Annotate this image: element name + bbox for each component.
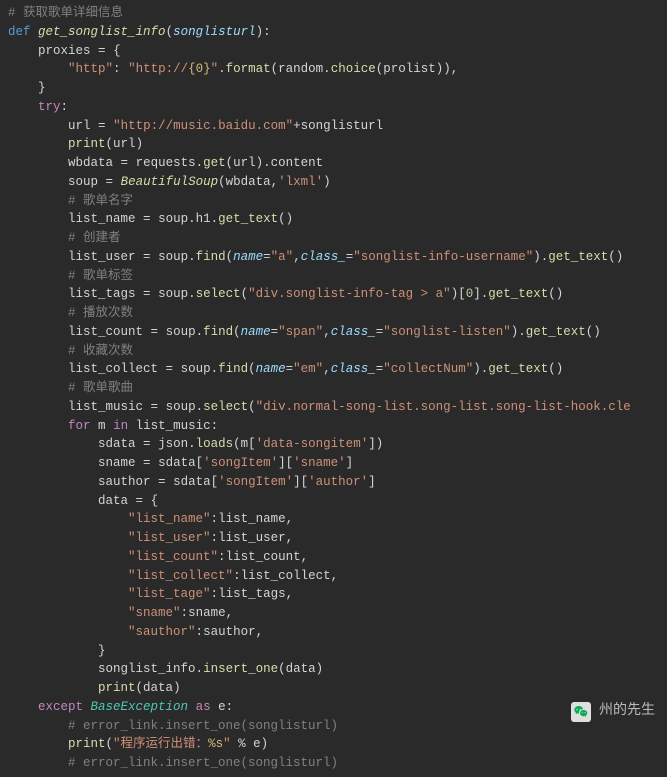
wechat-icon [571,702,591,722]
param: songlisturl [173,25,256,39]
watermark: 州的先生 [571,701,655,722]
code-editor[interactable]: # 获取歌单详细信息 def get_songlist_info(songlis… [0,0,667,777]
keyword-def: def [8,25,31,39]
watermark-text: 州的先生 [599,701,655,722]
comment: # 获取歌单详细信息 [8,6,123,20]
function-name: get_songlist_info [38,25,166,39]
